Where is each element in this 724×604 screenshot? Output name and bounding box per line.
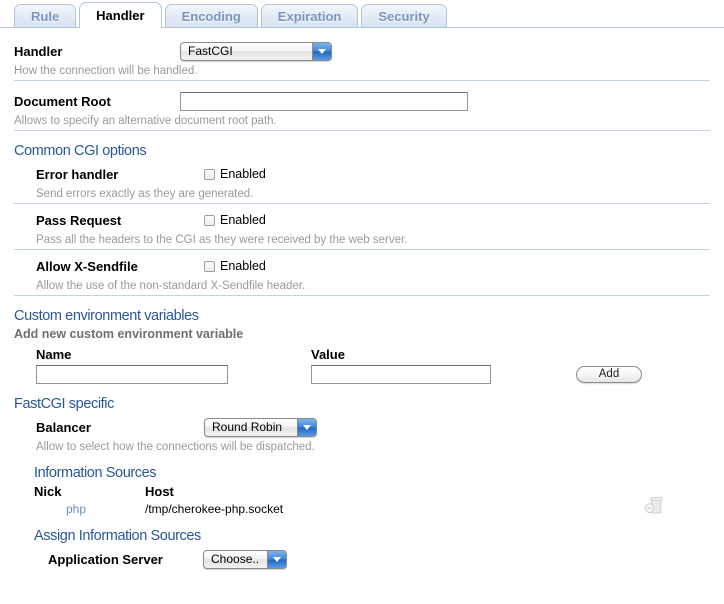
checkbox-box [204,260,215,272]
error-handler-checkbox[interactable]: Enabled [204,167,266,181]
error-handler-help: Send errors exactly as they are generate… [36,188,254,200]
section-heading-common-cgi: Common CGI options [14,143,147,159]
document-root-help: Allows to specify an alternative documen… [14,115,277,127]
pass-request-row: Pass Request Enabled Pass all the header… [0,208,724,247]
column-header-value: Value [311,347,345,362]
column-header-host: Host [145,484,174,499]
information-source-nick-cell: php [34,502,145,516]
checkbox-box [204,214,215,226]
handler-select-value: FastCGI [188,43,233,58]
balancer-label: Balancer [36,419,91,435]
divider [14,80,710,81]
pass-request-checkbox-label: Enabled [220,213,266,227]
information-sources-table: Nick Host php /tmp/cherokee-php.socket [34,484,724,516]
tab-handler[interactable]: Handler [79,2,162,28]
error-handler-checkbox-label: Enabled [220,167,266,181]
custom-env-header-row: Name Value [14,347,724,362]
custom-env-input-row: Add [14,365,724,384]
section-heading-fastcgi: FastCGI specific [14,396,114,412]
allow-x-sendfile-checkbox-label: Enabled [220,259,266,273]
checkbox-box [204,168,215,180]
tab-security[interactable]: Security [361,4,447,27]
document-root-row: Document Root Allows to specify an alter… [0,85,724,127]
tab-list: Rule Handler Encoding Expiration Securit… [0,0,724,28]
custom-env-name-input[interactable] [36,365,228,384]
balancer-select-value: Round Robin [212,419,283,434]
document-root-label: Document Root [14,93,111,109]
section-heading-information-sources: Information Sources [34,465,157,481]
error-handler-label: Error handler [36,166,119,182]
custom-env-value-input[interactable] [311,365,491,384]
balancer-select[interactable]: Round Robin [204,417,317,437]
custom-env-table: Name Value Add [14,347,724,384]
column-header-nick: Nick [34,484,62,499]
error-handler-row: Error handler Enabled Send errors exactl… [0,162,724,201]
section-heading-assign-information-sources: Assign Information Sources [34,528,201,544]
table-row: php /tmp/cherokee-php.socket [34,497,724,516]
tab-encoding[interactable]: Encoding [164,4,258,27]
tab-expiration[interactable]: Expiration [260,4,359,27]
allow-x-sendfile-label: Allow X-Sendfile [36,258,138,274]
information-source-link[interactable]: php [66,502,86,516]
chevron-down-icon [312,42,331,60]
section-heading-custom-env: Custom environment variables [14,308,199,324]
application-server-label: Application Server [48,551,163,567]
allow-x-sendfile-help: Allow the use of the non-standard X-Send… [36,280,306,292]
tab-bar: Rule Handler Encoding Expiration Securit… [0,0,724,28]
divider [14,295,710,296]
application-server-select-value: Choose.. [211,551,260,566]
document-root-control-line: Document Root [14,89,710,113]
chevron-down-icon [267,550,286,568]
application-server-select[interactable]: Choose.. [203,549,287,569]
pass-request-label: Pass Request [36,212,122,228]
information-sources-header-row: Nick Host [34,484,724,499]
document-root-input[interactable] [180,91,468,111]
application-server-control-line: Application Server Choose.. [14,547,710,571]
handler-panel: Handler FastCGI How the connection will … [0,28,724,571]
allow-x-sendfile-checkbox[interactable]: Enabled [204,259,266,273]
divider [14,130,710,131]
chevron-down-icon [297,418,316,436]
error-handler-control-line: Error handler Enabled [14,162,710,186]
custom-env-value-cell [311,365,576,384]
balancer-control-line: Balancer Round Robin [14,415,710,439]
custom-env-subheading: Add new custom environment variable [14,327,244,341]
divider [14,249,710,250]
column-header-name: Name [36,347,72,362]
divider [14,203,710,204]
custom-env-name-cell [36,365,311,384]
pass-request-checkbox[interactable]: Enabled [204,213,266,227]
information-source-host-cell: /tmp/cherokee-php.socket [145,502,284,516]
pass-request-control-line: Pass Request Enabled [14,208,710,232]
tab-rule[interactable]: Rule [14,4,77,27]
handler-label: Handler [14,43,63,59]
handler-row: Handler FastCGI How the connection will … [0,28,724,77]
trash-icon[interactable] [644,496,664,518]
handler-help: How the connection will be handled. [14,65,198,77]
balancer-help: Allow to select how the connections will… [36,441,315,453]
handler-select[interactable]: FastCGI [180,41,332,61]
allow-x-sendfile-row: Allow X-Sendfile Enabled Allow the use o… [0,254,724,293]
handler-control-line: Handler FastCGI [14,39,710,63]
pass-request-help: Pass all the headers to the CGI as they … [36,234,408,246]
application-server-row: Application Server Choose.. [0,547,724,571]
custom-env-add-cell: Add [576,366,642,383]
balancer-row: Balancer Round Robin Allow to select how… [0,415,724,453]
allow-x-sendfile-control-line: Allow X-Sendfile Enabled [14,254,710,278]
add-button[interactable]: Add [576,366,642,383]
